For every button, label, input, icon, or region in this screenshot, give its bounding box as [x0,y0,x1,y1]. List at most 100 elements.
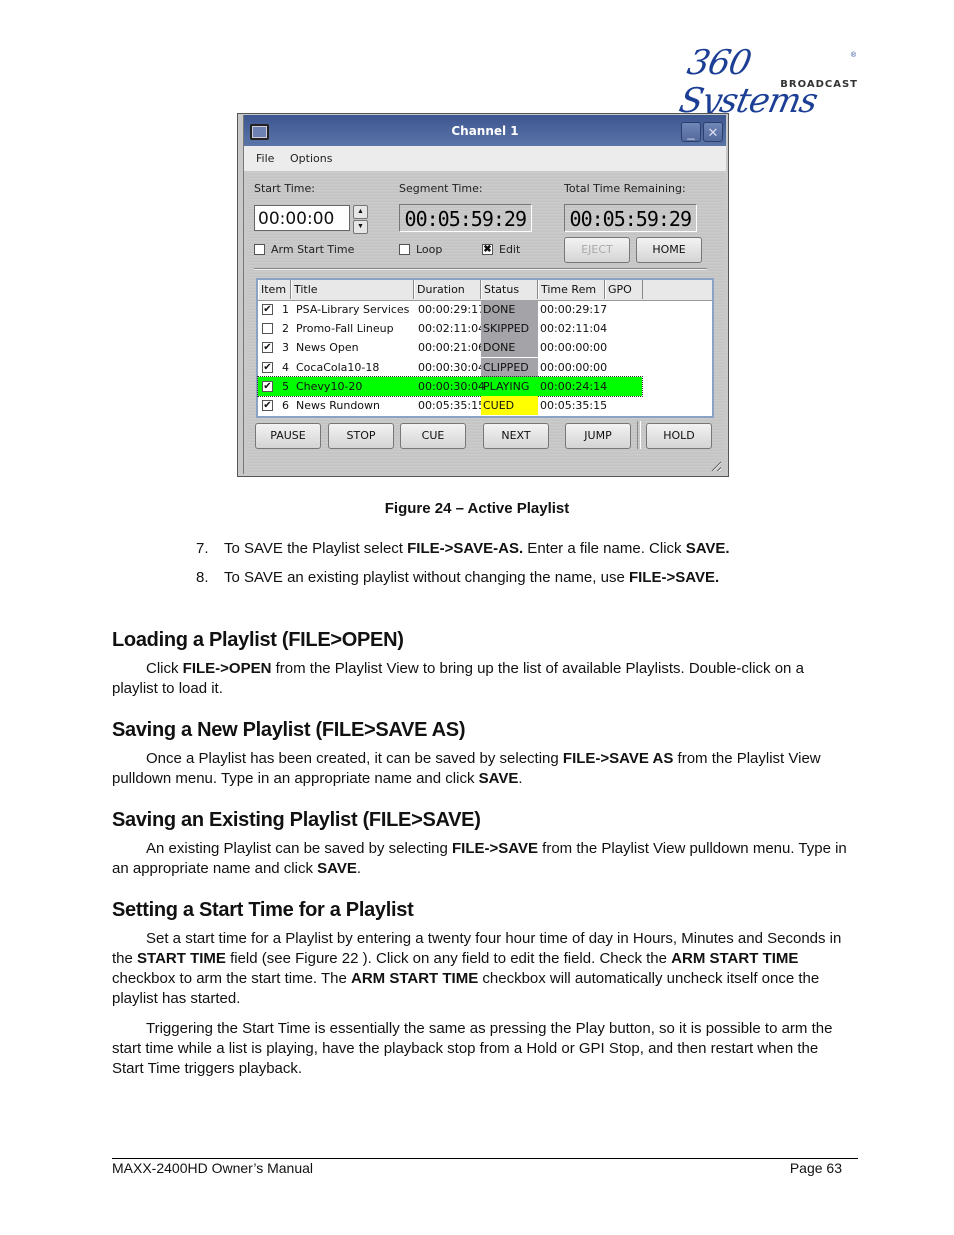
para-text: field (see Figure 22 ). Click on any fie… [225,950,672,967]
step-number: 7. [196,540,209,557]
column-header-status[interactable]: Status [481,280,538,299]
footer-page-number: Page 63 [789,1160,842,1176]
menu-bar: File Options [244,146,726,171]
next-button[interactable]: NEXT [483,423,549,449]
menu-options[interactable]: Options [290,152,332,165]
column-header-duration[interactable]: Duration [414,280,481,299]
cell-duration: 00:05:35:15 [418,399,486,412]
table-row[interactable]: ✔ 6 News Rundown 00:05:35:15 CUED 00:05:35:15 [258,396,642,415]
eject-button[interactable]: EJECT [564,237,630,263]
step-bold: FILE->SAVE. [628,569,720,586]
cell-title: CocaCola10-18 [296,360,380,374]
stop-button[interactable]: STOP [328,423,394,449]
segment-time-label: Segment Time: [399,182,483,195]
channel-window: Channel 1 _ ✕ File Options Start Time: S… [237,113,729,477]
divider [254,268,707,270]
edit-label: Edit [499,243,521,256]
hold-button[interactable]: HOLD [646,423,712,449]
column-header-gpo[interactable]: GPO [605,280,643,299]
edit-checkbox[interactable]: ✖ [482,244,493,255]
loop-checkbox[interactable] [399,244,410,255]
spin-down-button[interactable]: ▼ [353,220,368,234]
para-bold: SAVE [478,770,519,787]
table-row[interactable]: ✔ 1 PSA-Library Services 00:00:29:17 DONE 00:… [258,300,642,319]
row-enable-checkbox[interactable]: ✔ [262,400,273,411]
cell-duration: 00:00:29:17 [418,303,486,316]
spin-up-button[interactable]: ▲ [353,205,368,219]
cell-status: SKIPPED [481,319,538,339]
cell-title: Promo-Fall Lineup [296,322,394,336]
cue-button[interactable]: CUE [400,423,466,449]
company-logo: 360 Systems ® BROADCAST [676,43,860,121]
cell-status: DONE [481,338,538,358]
total-time-remaining-display: 00:05:59:29 [564,204,697,232]
para-text: . [518,770,523,787]
title-bar[interactable]: Channel 1 _ ✕ [244,115,726,146]
para-text: . [356,860,362,877]
cell-title: PSA-Library Services [296,303,410,316]
cell-gpo [605,338,643,357]
row-enable-checkbox[interactable]: ✔ [262,380,273,392]
cell-time-rem: 00:00:24:14 [540,379,608,393]
table-header: Item Title Duration Status Time Rem GPO [258,280,712,301]
loop-label: Loop [416,243,443,256]
resize-grip-icon[interactable] [709,459,721,471]
start-time-label: Start Time: [254,182,315,195]
playlist-table: Item Title Duration Status Time Rem GPO … [256,278,714,418]
logo-broadcast-text: BROADCAST [780,79,858,90]
cell-gpo [605,396,643,415]
button-separator [637,421,641,449]
para-bold: START TIME [137,950,226,967]
column-header-item[interactable]: Item [258,280,291,299]
step-text: To SAVE the Playlist select [224,540,408,557]
logo-registered-mark: ® [850,52,856,59]
cell-status: CUED [481,396,538,415]
para-text: Click [146,660,183,677]
cell-title: Chevy10-20 [296,379,363,393]
para-text: An existing Playlist can be saved by sel… [146,840,452,857]
step-number: 8. [196,569,209,586]
column-header-time-rem[interactable]: Time Rem [538,280,605,299]
section-heading-loading: Loading a Playlist (FILE>OPEN) [112,629,404,651]
cell-duration: 00:02:11:04 [418,322,486,336]
table-row[interactable]: ✔ 3 News Open 00:00:21:06 DONE 00:00:00:00 [258,338,643,358]
footer-divider [112,1158,858,1159]
cell-duration: 00:00:30:04 [418,360,486,374]
close-button[interactable]: ✕ [703,122,723,142]
minimize-button[interactable]: _ [681,122,701,142]
cell-num: 3 [282,341,289,355]
table-row[interactable]: ✔ 5 Chevy10-20 00:00:30:04 PLAYING 00:00:24:1… [257,375,643,397]
step-text: To SAVE an existing playlist without cha… [224,569,629,586]
pause-button[interactable]: PAUSE [255,423,321,449]
start-time-input[interactable]: 00:00:00 [254,205,350,231]
cell-status: CLIPPED [481,357,538,377]
row-enable-checkbox[interactable]: ✔ [262,361,273,373]
footer-manual-title: MAXX-2400HD Owner’s Manual [112,1160,314,1176]
cell-gpo [605,358,643,377]
row-enable-checkbox[interactable]: ✔ [262,304,273,315]
row-enable-checkbox[interactable]: ✔ [262,342,273,354]
table-row[interactable]: ✔ 4 CocaCola10-18 00:00:30:04 CLIPPED 00:00:0… [258,357,643,377]
section-paragraph-triggering: Triggering the Start Time is essentially… [112,1020,833,1077]
cell-time-rem: 00:00:00:00 [540,360,608,374]
cell-gpo [605,319,643,338]
table-row[interactable]: 2 Promo-Fall Lineup 00:02:11:04 SKIPPED 00:0… [258,319,643,339]
row-enable-checkbox[interactable] [262,323,273,335]
menu-file[interactable]: File [256,152,274,165]
cell-time-rem: 00:00:00:00 [540,341,608,355]
column-header-title[interactable]: Title [291,280,414,299]
figure-caption: Figure 24 – Active Playlist [384,500,570,517]
step-7: 7. To SAVE the Playlist select FILE->SAVE… [196,540,730,557]
step-bold: SAVE. [685,540,730,557]
control-panel: Start Time: Segment Time: Total Time Rem… [247,172,724,474]
segment-time-display: 00:05:59:29 [399,204,532,232]
cell-status: DONE [481,300,538,319]
home-button[interactable]: HOME [636,237,702,263]
cell-time-rem: 00:00:29:17 [540,303,608,316]
section-paragraph-save: An existing Playlist can be saved by sel… [112,839,852,879]
jump-button[interactable]: JUMP [565,423,631,449]
cell-time-rem: 00:05:35:15 [540,399,608,412]
arm-start-time-checkbox[interactable] [254,244,265,255]
cell-num: 5 [282,379,289,393]
cell-num: 2 [282,322,289,336]
